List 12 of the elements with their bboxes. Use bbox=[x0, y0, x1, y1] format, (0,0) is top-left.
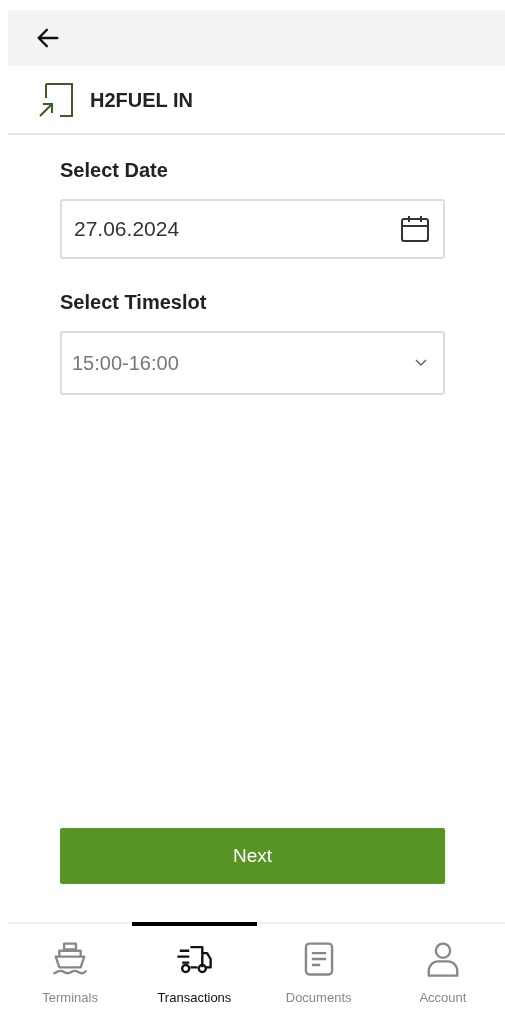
calendar-icon bbox=[399, 213, 431, 245]
page-title: H2FUEL IN bbox=[90, 87, 193, 113]
chevron-down-icon bbox=[415, 359, 427, 367]
nav-tab[interactable]: Terminals bbox=[8, 924, 133, 1012]
field-label: Select Timeslot bbox=[60, 290, 208, 315]
date-field[interactable]: 27.06.2024 bbox=[60, 199, 445, 259]
timeslot-dropdown[interactable]: 15:00-16:00 bbox=[60, 331, 445, 395]
nav-tab[interactable]: Account bbox=[380, 924, 505, 1012]
next-button[interactable]: Next bbox=[60, 828, 445, 884]
field-label: Select Date bbox=[60, 158, 169, 183]
nav-tab[interactable]: Transactions bbox=[132, 922, 257, 1012]
nav-tab[interactable]: Documents bbox=[256, 924, 381, 1012]
